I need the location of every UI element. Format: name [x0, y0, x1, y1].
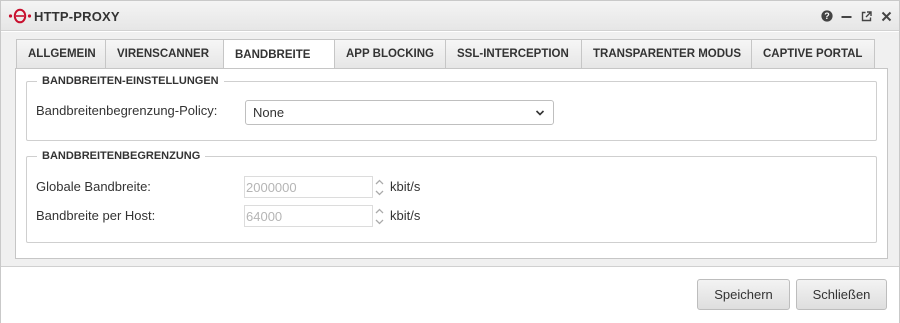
bandwidth-panel: BANDBREITEN-EINSTELLUNGEN Bandbreitenbeg…	[15, 68, 888, 259]
tab-app-blocking[interactable]: APP BLOCKING	[334, 39, 445, 69]
bandwidth-limit-group: BANDBREITENBEGRENZUNG Globale Bandbreite…	[26, 150, 877, 243]
http-proxy-dialog: HTTP-PROXY ? ALLGEMEIN VIRENSCANNER BAND…	[0, 0, 900, 323]
tab-bandbreite[interactable]: BANDBREITE	[223, 39, 334, 70]
host-bandwidth-unit: kbit/s	[390, 208, 421, 223]
tab-allgemein[interactable]: ALLGEMEIN	[16, 39, 105, 69]
title-bar: HTTP-PROXY ?	[1, 1, 899, 31]
decrement-icon[interactable]	[373, 216, 385, 227]
tab-bar: ALLGEMEIN VIRENSCANNER BANDBREITE APP BL…	[16, 39, 875, 70]
window-title: HTTP-PROXY	[34, 9, 120, 24]
global-bandwidth-label: Globale Bandbreite:	[36, 179, 151, 194]
minimize-icon[interactable]	[840, 8, 853, 24]
bandwidth-settings-legend: BANDBREITEN-EINSTELLUNGEN	[37, 75, 224, 87]
global-bandwidth-unit: kbit/s	[390, 179, 421, 194]
bandwidth-settings-group: BANDBREITEN-EINSTELLUNGEN Bandbreitenbeg…	[26, 75, 877, 141]
svg-text:?: ?	[824, 11, 830, 21]
global-bandwidth-input[interactable]: 2000000	[244, 176, 373, 198]
dialog-content: ALLGEMEIN VIRENSCANNER BANDBREITE APP BL…	[1, 32, 899, 267]
help-icon[interactable]: ?	[820, 8, 833, 24]
dialog-footer: Speichern Schließen	[1, 268, 899, 323]
save-button[interactable]: Speichern	[697, 279, 790, 310]
popout-icon[interactable]	[860, 8, 873, 24]
increment-icon[interactable]	[373, 176, 385, 187]
host-bandwidth-value: 64000	[246, 208, 283, 224]
host-bandwidth-input[interactable]: 64000	[244, 205, 373, 227]
policy-label: Bandbreitenbegrenzung-Policy:	[36, 103, 218, 118]
policy-select[interactable]: None	[245, 100, 554, 125]
chevron-down-icon	[535, 110, 545, 116]
host-bandwidth-label: Bandbreite per Host:	[36, 208, 156, 223]
close-icon[interactable]	[880, 8, 893, 24]
decrement-icon[interactable]	[373, 187, 385, 198]
tab-captive-portal[interactable]: CAPTIVE PORTAL	[751, 39, 875, 69]
tab-ssl-interception[interactable]: SSL-INTERCEPTION	[445, 39, 581, 69]
increment-icon[interactable]	[373, 205, 385, 216]
global-bandwidth-stepper	[373, 176, 385, 198]
bandwidth-limit-legend: BANDBREITENBEGRENZUNG	[37, 150, 206, 162]
global-bandwidth-value: 2000000	[246, 179, 297, 195]
close-button[interactable]: Schließen	[796, 279, 887, 310]
tab-transparenter-modus[interactable]: TRANSPARENTER MODUS	[581, 39, 751, 69]
tab-virenscanner[interactable]: VIRENSCANNER	[105, 39, 223, 69]
host-bandwidth-stepper	[373, 205, 385, 227]
window-controls: ?	[820, 7, 893, 25]
policy-select-value: None	[253, 105, 285, 120]
proxy-logo-icon	[8, 8, 32, 24]
